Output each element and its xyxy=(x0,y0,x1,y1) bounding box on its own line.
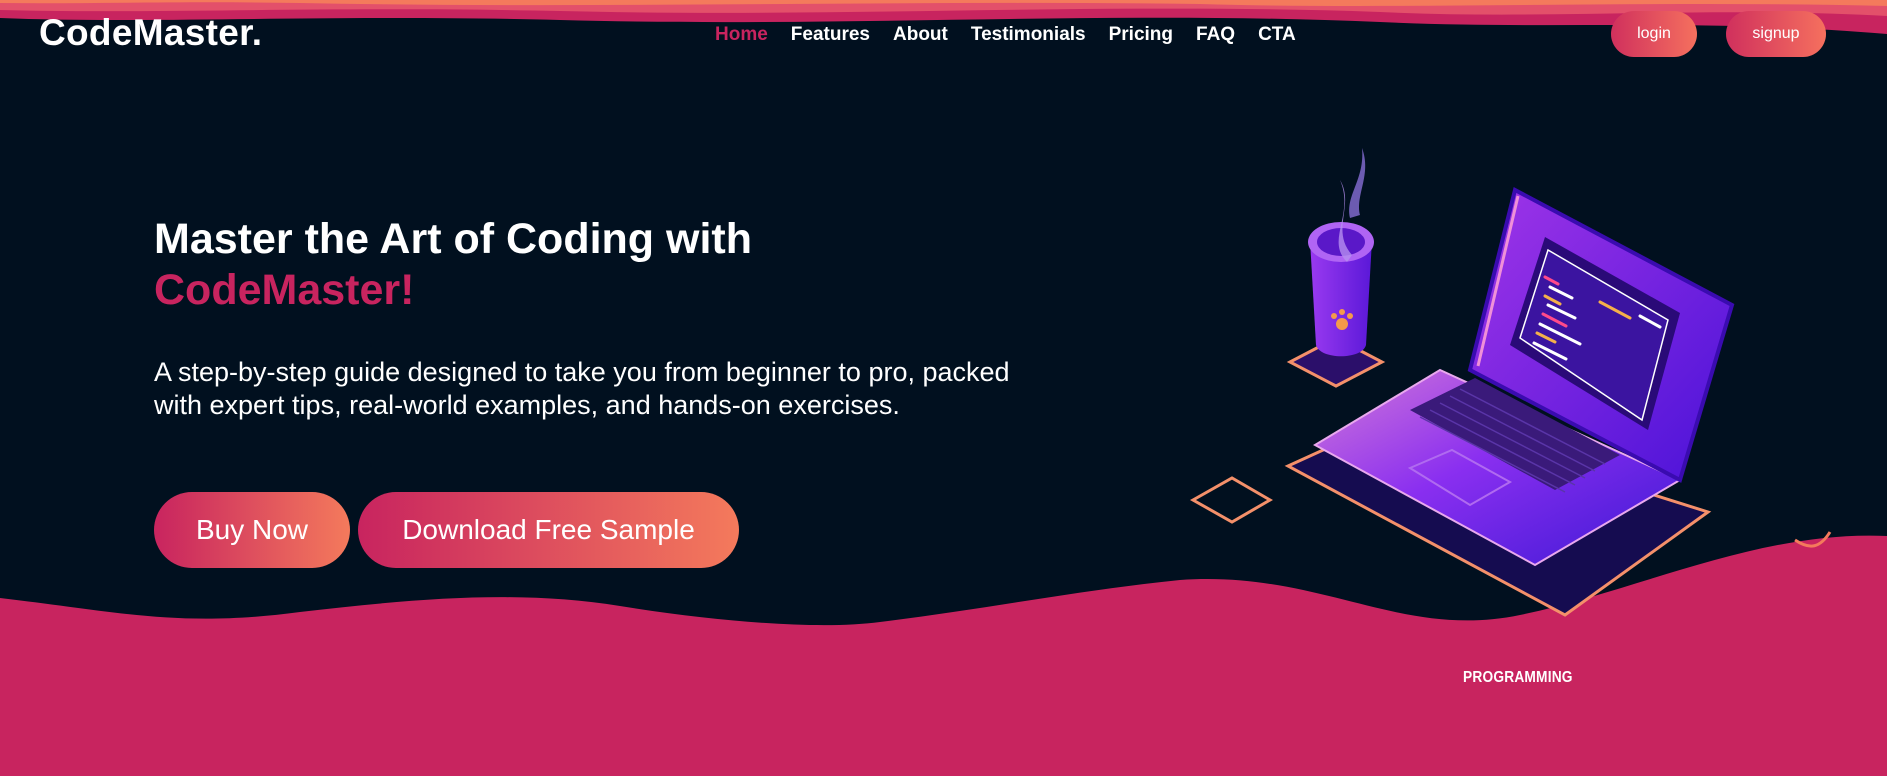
download-sample-button[interactable]: Download Free Sample xyxy=(358,492,739,568)
illustration-tag-label: PROGRAMMING xyxy=(1463,669,1573,686)
laptop-illustration xyxy=(1189,148,1735,617)
nav-link-about[interactable]: About xyxy=(893,24,948,46)
hero-description: A step-by-step guide designed to take yo… xyxy=(154,357,1010,420)
nav-link-cta[interactable]: CTA xyxy=(1258,24,1296,46)
hero-title-main: Master the Art of Coding with xyxy=(154,215,752,263)
hero-buttons: Buy Now Download Free Sample xyxy=(154,492,739,568)
coffee-cup-icon xyxy=(1286,148,1386,388)
buy-now-button[interactable]: Buy Now xyxy=(154,492,350,568)
signup-button[interactable]: signup xyxy=(1726,11,1826,57)
hero-section: Master the Art of Coding with CodeMaster… xyxy=(154,214,1014,568)
hero-title-accent: CodeMaster! xyxy=(154,266,415,314)
hero-title: Master the Art of Coding with CodeMaster… xyxy=(154,214,1014,316)
nav-link-features[interactable]: Features xyxy=(791,24,870,46)
floating-diamond xyxy=(1189,476,1273,524)
brand-logo[interactable]: CodeMaster. xyxy=(39,12,262,54)
navbar: CodeMaster. Home Features About Testimon… xyxy=(0,0,1887,72)
nav-link-testimonials[interactable]: Testimonials xyxy=(971,24,1086,46)
nav-link-pricing[interactable]: Pricing xyxy=(1109,24,1173,46)
main-nav: Home Features About Testimonials Pricing… xyxy=(715,24,1319,46)
nav-link-faq[interactable]: FAQ xyxy=(1196,24,1235,46)
login-button[interactable]: login xyxy=(1611,11,1697,57)
nav-link-home[interactable]: Home xyxy=(715,24,768,46)
